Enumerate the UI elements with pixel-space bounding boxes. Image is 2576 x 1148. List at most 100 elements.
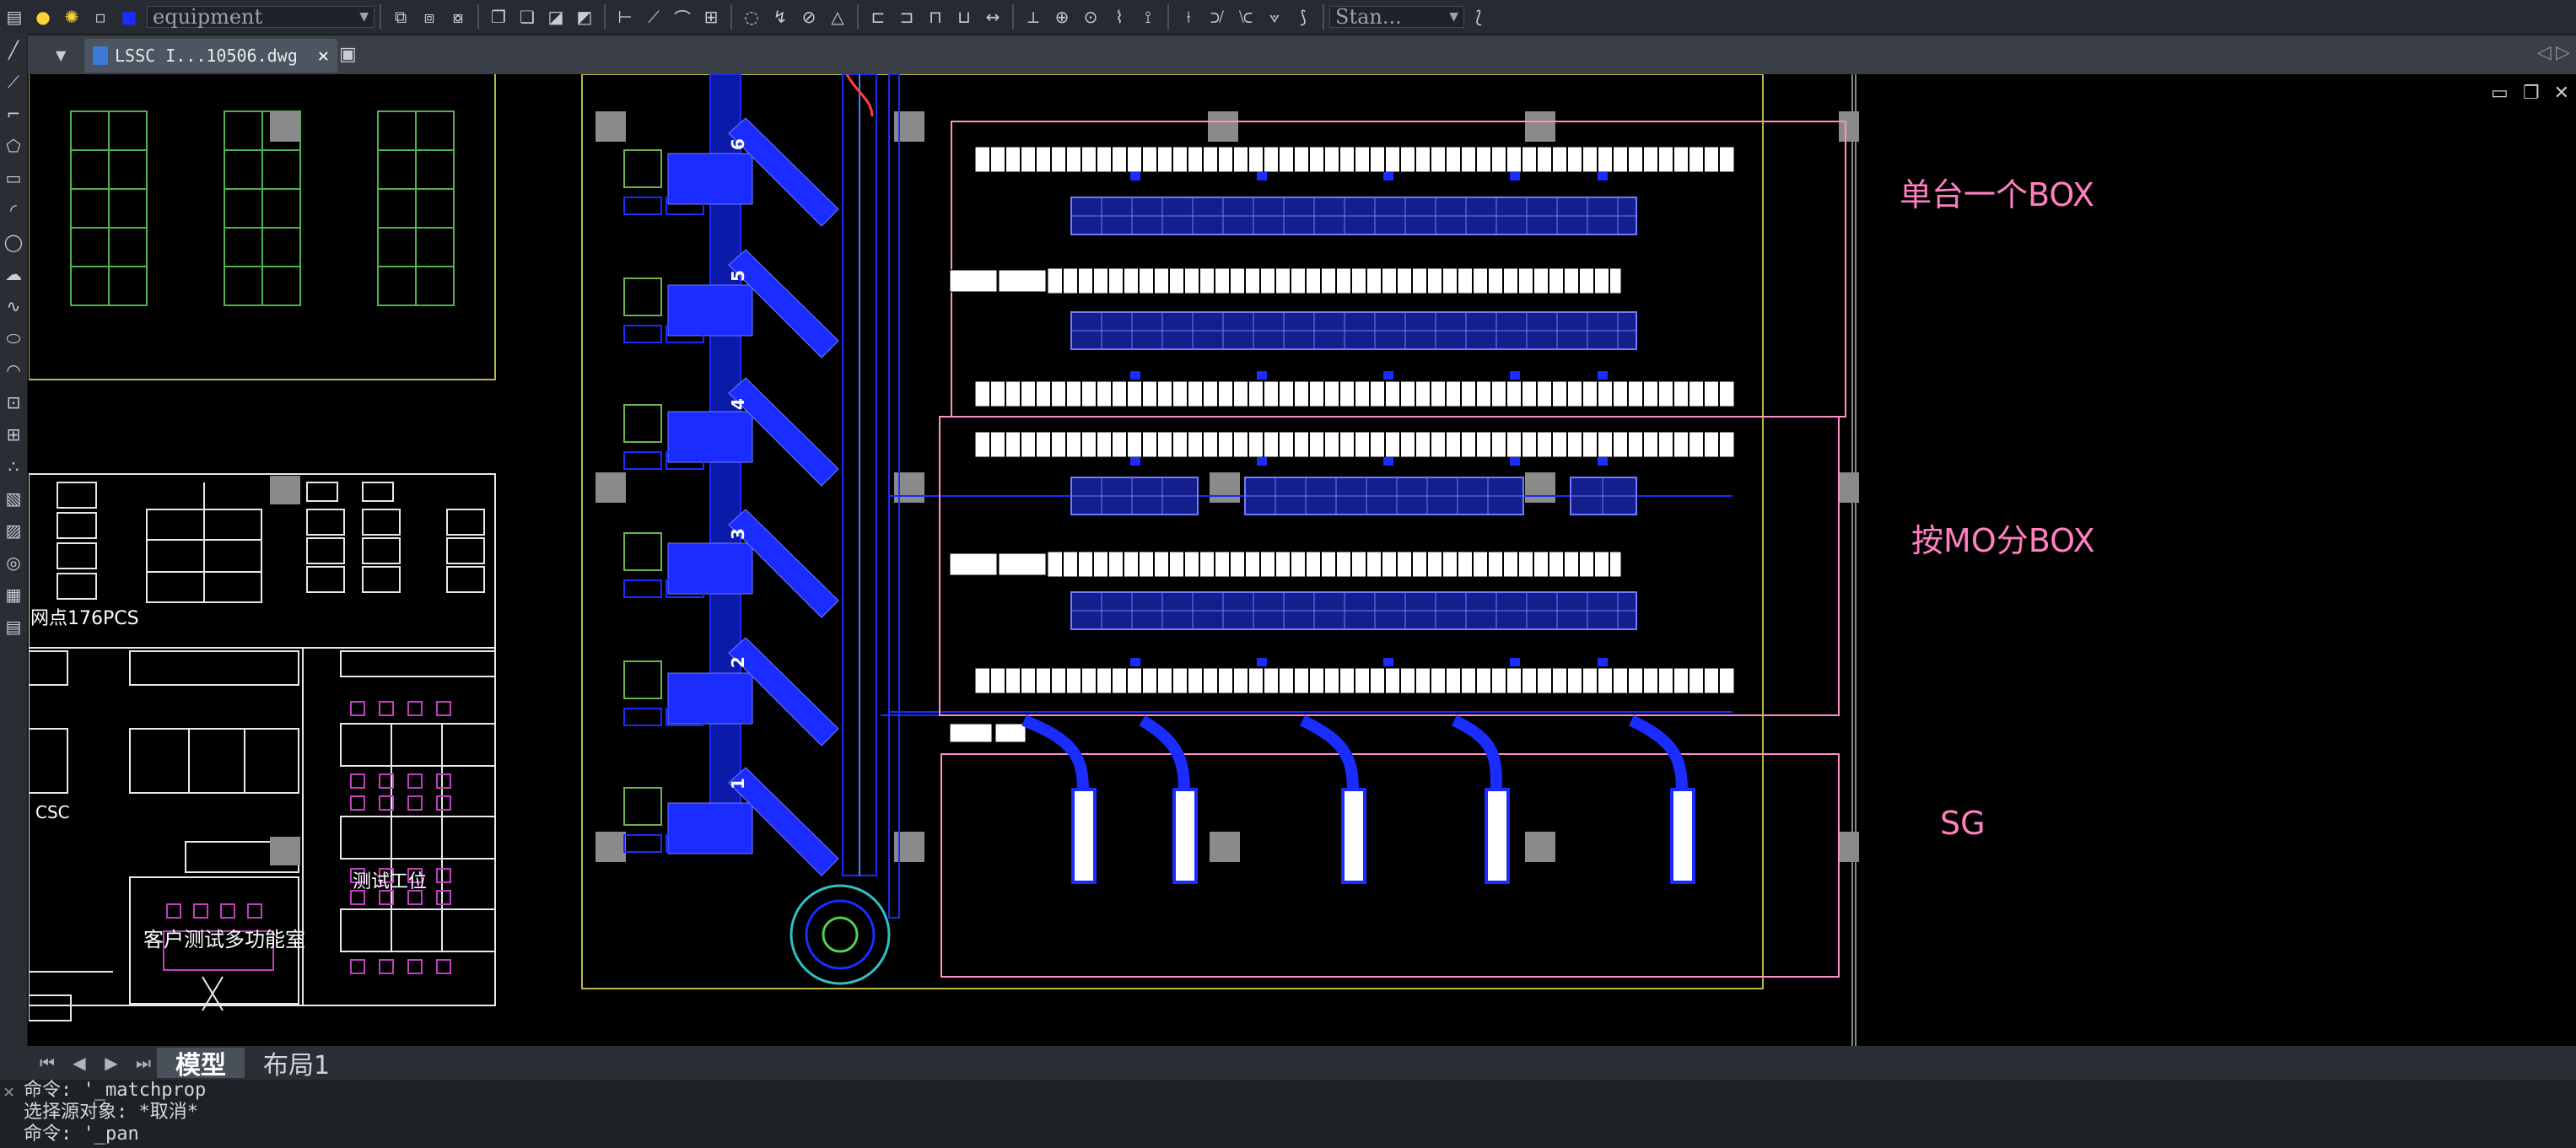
line-icon[interactable]: ╱ (0, 34, 27, 66)
dim-style-dropdown[interactable]: Stan... ▼ (1329, 5, 1464, 29)
last-layout-icon[interactable]: ⏭ (130, 1049, 157, 1076)
svg-text:3: 3 (728, 528, 748, 540)
quick-dim-icon[interactable]: ⊏ (866, 5, 890, 29)
tab-scroll-right-icon[interactable]: ▷ (2556, 42, 2570, 63)
toolbar-separator (380, 4, 381, 30)
tab-scroll-left-icon[interactable]: ◁ (2537, 42, 2552, 63)
tab-document[interactable]: LSSC I...10506.dwg ✕ (84, 39, 337, 73)
top-toolbar: ▤ ● ✺ ▫ ■ equipment ▼ ⧉ ⧈ ⧇ ❐ ❏ ◪ ◩ ⊢ ⟋ … (0, 0, 2576, 35)
close-command-icon[interactable]: ✕ (3, 1081, 14, 1103)
dim-reassoc-icon[interactable]: ⟇ (1263, 5, 1286, 29)
layer-state-icon[interactable]: ⧈ (418, 5, 441, 29)
dim-radius-icon[interactable]: ◌ (740, 5, 763, 29)
layer-manager-icon[interactable]: ▤ (3, 5, 26, 29)
gradient-icon[interactable]: ▨ (0, 515, 27, 547)
toolbar-separator (477, 4, 479, 30)
note-mo-box: 按MO分BOX (1911, 522, 2095, 559)
command-line[interactable]: ✕ 命令: '_matchprop 选择源对象: *取消* 命令: '_pan (0, 1080, 2576, 1148)
match-icon[interactable]: ◪ (544, 5, 568, 29)
region-icon[interactable]: ◎ (0, 547, 27, 579)
dim-linear-icon[interactable]: ⊢ (613, 5, 637, 29)
hatch-icon[interactable]: ▧ (0, 482, 27, 515)
label-customer-room: 客户测试多功能室 (143, 928, 305, 951)
drawing-canvas-right[interactable]: ▭ ❐ ✕ 单台一个BOX 按MO分BOX SG (1864, 74, 2576, 1048)
close-icon[interactable]: ✕ (318, 46, 329, 67)
dim-ordinate-icon[interactable]: ⊞ (699, 5, 723, 29)
dim-style-name: Stan... (1335, 5, 1402, 29)
minimize-icon[interactable]: ▭ (2491, 83, 2509, 104)
drawing-canvas[interactable]: 6 5 4 3 2 1 网点176PCS CSC 测试工位 客户测试多功能室 (29, 74, 1859, 1048)
new-tab-icon[interactable]: ▣ (339, 44, 357, 65)
first-layout-icon[interactable]: ⏮ (34, 1049, 61, 1076)
layer-previous-icon[interactable]: ⧉ (389, 5, 412, 29)
toolbar-separator (1323, 4, 1324, 30)
dim-arc-icon[interactable]: ⌒ (671, 5, 694, 29)
layer-dropdown[interactable]: equipment ▼ (147, 5, 375, 29)
polyline-icon[interactable]: ⌐ (0, 98, 27, 130)
toolbar-separator (1167, 4, 1169, 30)
circle-icon[interactable]: ◯ (0, 226, 27, 258)
layer-bulb-icon[interactable]: ● (31, 5, 55, 29)
rectangle-icon[interactable]: ▭ (0, 162, 27, 194)
ellipse-icon[interactable]: ⬭ (0, 322, 27, 354)
group-icon[interactable]: ◩ (573, 5, 596, 29)
dim-update-icon[interactable]: ⟉ (1205, 5, 1229, 29)
spline-icon[interactable]: ∿ (0, 290, 27, 322)
layer-name: equipment (153, 5, 263, 29)
make-block-icon[interactable]: ⊞ (0, 418, 27, 450)
dim-text-edit-icon[interactable]: ⟊ (1177, 5, 1200, 29)
prev-layout-icon[interactable]: ◀ (66, 1049, 93, 1076)
tab-model[interactable]: 模型 (157, 1048, 245, 1081)
dim-diameter-icon[interactable]: ⊘ (797, 5, 821, 29)
dwg-file-icon (93, 46, 108, 65)
mtext-icon[interactable]: ▤ (0, 611, 27, 643)
next-layout-icon[interactable]: ▶ (98, 1049, 125, 1076)
arc-icon[interactable]: ◜ (0, 194, 27, 226)
tab-menu-icon[interactable]: ▼ (56, 47, 66, 63)
document-tab-bar: ▼ LSSC I...10506.dwg ✕ ▣ ◁ ▷ (0, 35, 2576, 74)
point-icon[interactable]: ∴ (0, 450, 27, 482)
inspect-icon[interactable]: ⊙ (1079, 5, 1102, 29)
drawing-text: 网点176PCS CSC 测试工位 客户测试多功能室 (30, 608, 427, 951)
dim-jogged-icon[interactable]: ↯ (768, 5, 792, 29)
dim-oblique-icon[interactable]: ⟆ (1291, 5, 1315, 29)
construction-line-icon[interactable]: ⟋ (0, 66, 27, 98)
polygon-icon[interactable]: ⬠ (0, 130, 27, 162)
command-history-3: 命令: '_pan (24, 1124, 139, 1145)
baseline-dim-icon[interactable]: ⊐ (895, 5, 919, 29)
dim-break-icon[interactable]: ↔ (981, 5, 1005, 29)
command-history-2: 选择源对象: *取消* (24, 1102, 198, 1123)
center-mark-icon[interactable]: ⊕ (1050, 5, 1074, 29)
ellipse-arc-icon[interactable]: ◠ (0, 354, 27, 386)
chevron-down-icon: ▼ (359, 10, 369, 24)
dim-space-icon[interactable]: ⊔ (952, 5, 976, 29)
layer-color-icon[interactable]: ■ (117, 5, 141, 29)
chevron-down-icon: ▼ (1449, 10, 1458, 24)
label-point: 网点176PCS (30, 608, 139, 629)
paste-icon[interactable]: ❏ (515, 5, 539, 29)
window-controls: ▭ ❐ ✕ (2491, 83, 2569, 104)
close-icon[interactable]: ✕ (2554, 83, 2569, 104)
dim-aligned-icon[interactable]: ⟋ (642, 5, 666, 29)
dim-override-icon[interactable]: ⟈ (1234, 5, 1258, 29)
toolbar-separator (604, 4, 606, 30)
copy-icon[interactable]: ❐ (487, 5, 510, 29)
continue-dim-icon[interactable]: ⊓ (924, 5, 947, 29)
tolerance-icon[interactable]: ⟂ (1021, 5, 1045, 29)
jogged-linear-icon[interactable]: ⌇ (1107, 5, 1131, 29)
layer-sun-icon[interactable]: ✺ (60, 5, 84, 29)
table-icon[interactable]: ▦ (0, 579, 27, 611)
layer-lock-icon[interactable]: ▫ (89, 5, 112, 29)
restore-icon[interactable]: ❐ (2523, 83, 2540, 104)
tab-layout1[interactable]: 布局1 (245, 1048, 348, 1081)
insert-block-icon[interactable]: ⊡ (0, 386, 27, 418)
dim-angular-icon[interactable]: △ (826, 5, 849, 29)
layer-isolate-icon[interactable]: ⧇ (446, 5, 470, 29)
label-test-station: 测试工位 (353, 871, 427, 892)
sg-lanes (1021, 714, 1695, 884)
note-single-box: 单台一个BOX (1900, 176, 2094, 213)
label-csc: CSC (35, 802, 70, 822)
dim-edit-icon[interactable]: ⟟ (1136, 5, 1160, 29)
dim-style-icon[interactable]: ⟅ (1467, 5, 1490, 29)
revcloud-icon[interactable]: ☁ (0, 258, 27, 290)
